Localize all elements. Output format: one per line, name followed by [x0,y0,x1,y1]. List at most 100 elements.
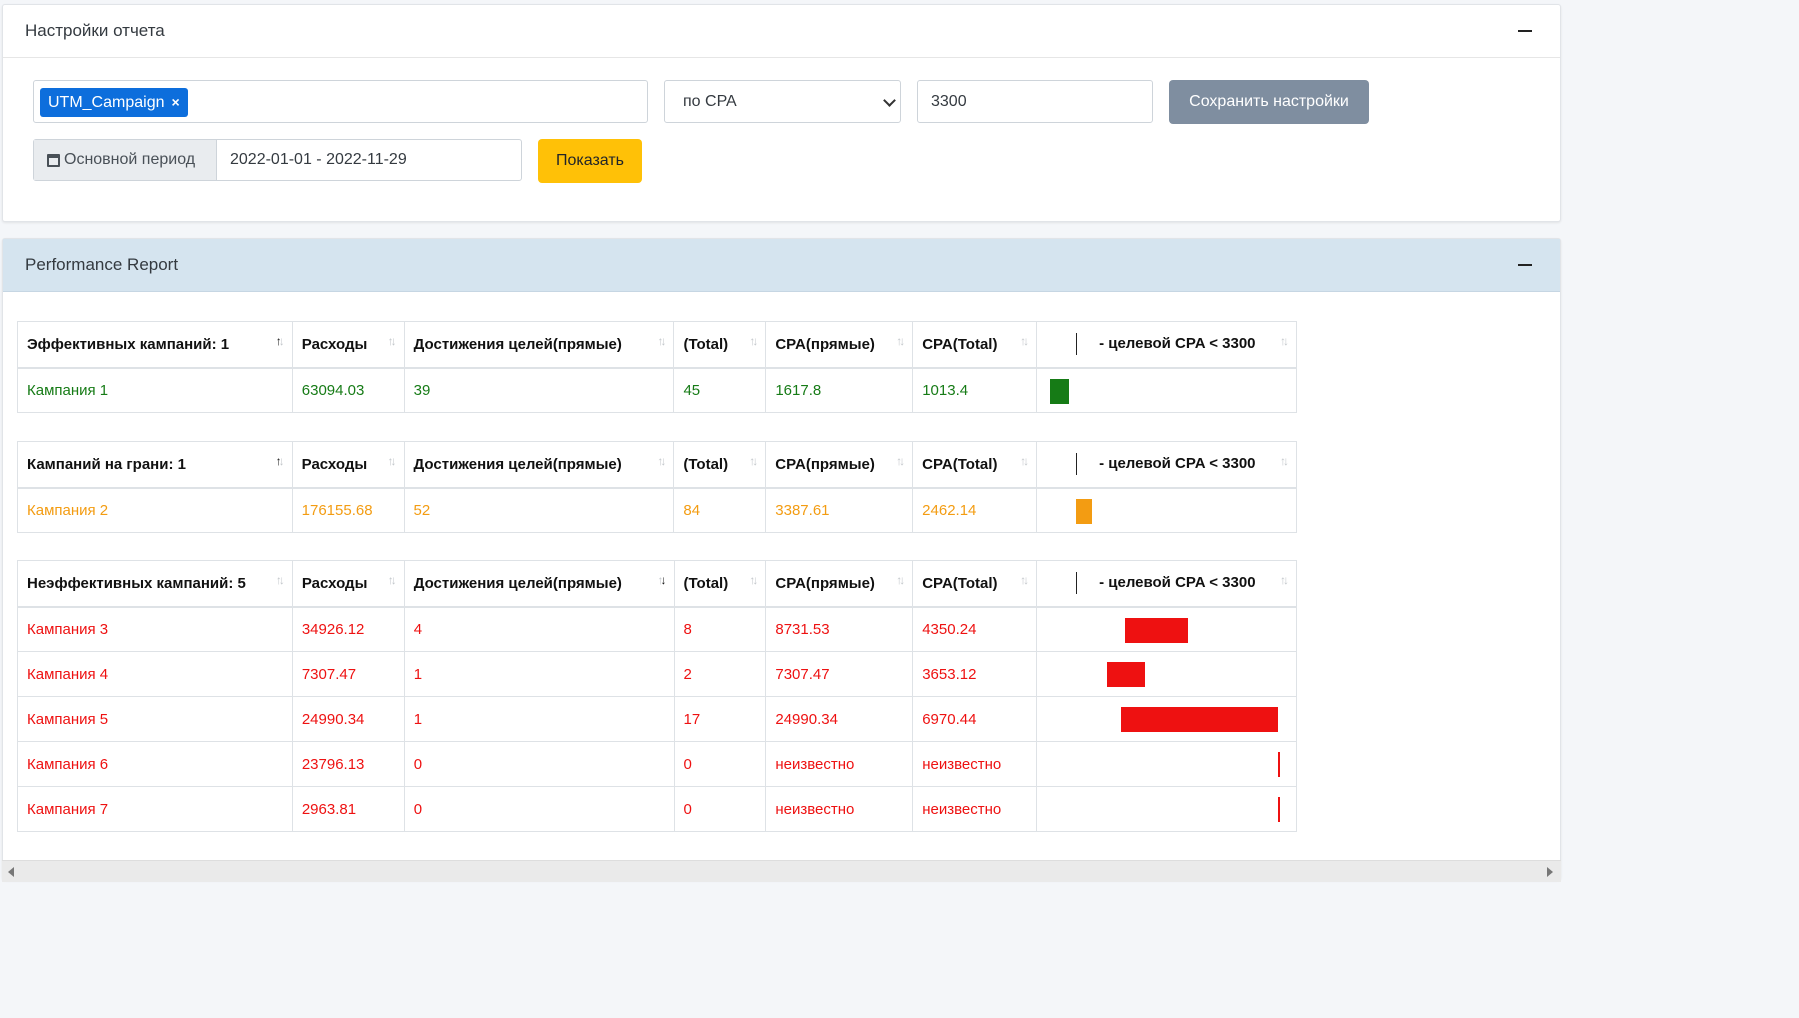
sort-icon: ↑↓ [387,573,397,587]
report-settings-card: Настройки отчета UTM_Campaign × по CPA 3… [2,4,1561,222]
chevron-down-icon [883,94,896,107]
cpa-header[interactable]: CPA(прямые) ↑↓ [765,560,914,608]
cpa-total-cell: 6970.44 [912,696,1038,742]
show-button[interactable]: Показать [538,139,642,183]
total-header[interactable]: (Total) ↑↓ [673,441,767,489]
sort-icon: ↑↓ [275,573,285,587]
cpa-cell: неизвестно [765,786,914,832]
cpa-header[interactable]: CPA(прямые) ↑↓ [765,441,914,489]
group-title-header[interactable]: Эффективных кампаний: 1 ↑↓ [17,321,293,369]
save-settings-button[interactable]: Сохранить настройки [1169,80,1369,124]
campaign-name-cell: Кампания 4 [17,651,293,697]
total-cell: 17 [673,696,767,742]
campaign-name-cell: Кампания 1 [17,367,293,413]
sort-icon: ↑↓ [749,454,758,468]
cpa-bar-cell [1036,786,1297,832]
ineffective-campaigns-table: Неэффективных кампаний: 5 ↑↓ Расходы ↑↓ До… [17,560,1297,832]
cpa-total-header[interactable]: CPA(Total) ↑↓ [912,321,1038,369]
horizontal-scrollbar[interactable] [2,860,1561,882]
cpa-cell: 8731.53 [765,606,914,652]
table-row: Кампания 3 34926.12 4 8 8731.53 4350.24 [17,606,1297,652]
spend-cell: 34926.12 [291,606,405,652]
campaign-name-cell: Кампания 6 [17,741,293,787]
spend-header[interactable]: Расходы ↑↓ [291,560,405,608]
total-cell: 8 [673,606,767,652]
goals-header[interactable]: Достижения целей(прямые) ↑↓ [403,560,675,608]
group-title-header[interactable]: Кампаний на грани: 1 ↑↓ [17,441,293,489]
cpa-bar [1076,498,1093,524]
goals-cell: 52 [403,487,675,533]
cpa-bar-cell [1036,651,1297,697]
cpa-cell: 7307.47 [765,651,914,697]
cpa-header[interactable]: CPA(прямые) ↑↓ [765,321,914,369]
sort-icon: ↑↓ [896,334,905,348]
cpa-cell: 1617.8 [765,367,914,413]
collapse-icon[interactable] [1518,30,1532,32]
cpa-total-cell: 3653.12 [912,651,1038,697]
cpa-total-cell: 4350.24 [912,606,1038,652]
goals-cell: 0 [403,741,675,787]
goals-cell: 0 [403,786,675,832]
sort-icon: ↑↓ [749,573,758,587]
total-header[interactable]: (Total) ↑↓ [673,560,767,608]
metric-select[interactable]: по CPA [664,80,901,123]
sort-icon: ↑↓ [1280,573,1289,587]
grouping-tag-input[interactable]: UTM_Campaign × [33,80,648,123]
cpa-bar [1121,707,1278,732]
period-picker[interactable]: Основной период 2022-01-01 - 2022-11-29 [33,139,522,181]
target-value-input[interactable]: 3300 [917,80,1153,123]
sort-icon: ↑↓ [275,334,285,348]
scroll-right-icon[interactable] [1547,867,1553,877]
sort-icon: ↑↓ [896,454,905,468]
campaign-name-cell: Кампания 5 [17,696,293,742]
cpa-total-cell: 1013.4 [912,367,1038,413]
report-title: Performance Report [25,255,179,274]
scroll-left-icon[interactable] [8,867,14,877]
cpa-bar [1107,662,1145,687]
goals-cell: 1 [403,651,675,697]
collapse-icon[interactable] [1518,264,1532,266]
period-label: Основной период [34,140,217,180]
sort-icon: ↑↓ [1020,454,1029,468]
sort-icon: ↑↓ [657,454,666,468]
target-cpa-header[interactable]: - целевой CPA < 3300 ↑↓ [1036,560,1297,608]
sort-icon: ↑↓ [896,573,905,587]
cpa-bar [1050,378,1070,404]
cpa-unknown-marker [1278,752,1280,777]
target-cpa-header[interactable]: - целевой CPA < 3300 ↑↓ [1036,321,1297,369]
total-header[interactable]: (Total) ↑↓ [673,321,767,369]
total-cell: 0 [673,741,767,787]
cpa-total-header[interactable]: CPA(Total) ↑↓ [912,441,1038,489]
period-value[interactable]: 2022-01-01 - 2022-11-29 [217,140,521,180]
campaign-name-cell: Кампания 2 [17,487,293,533]
tag-remove-icon[interactable]: × [171,88,179,117]
settings-header: Настройки отчета [3,5,1560,58]
goals-header[interactable]: Достижения целей(прямые) ↑↓ [403,441,675,489]
calendar-icon [47,153,60,167]
sort-icon: ↑↓ [749,334,758,348]
goals-header[interactable]: Достижения целей(прямые) ↑↓ [403,321,675,369]
spend-header[interactable]: Расходы ↑↓ [291,321,405,369]
settings-title: Настройки отчета [25,21,165,40]
cpa-total-cell: 2462.14 [912,487,1038,533]
target-cpa-header[interactable]: - целевой CPA < 3300 ↑↓ [1036,441,1297,489]
cpa-total-header[interactable]: CPA(Total) ↑↓ [912,560,1038,608]
spend-cell: 63094.03 [291,367,405,413]
period-label-text: Основной период [64,151,196,168]
cpa-cell: 3387.61 [765,487,914,533]
spend-header[interactable]: Расходы ↑↓ [291,441,405,489]
sort-icon: ↑↓ [1280,334,1289,348]
cpa-bar-cell [1036,487,1297,533]
sort-icon: ↑↓ [275,454,285,468]
group-title-header[interactable]: Неэффективных кампаний: 5 ↑↓ [17,560,293,608]
total-cell: 45 [673,367,767,413]
sort-icon: ↑↓ [1280,454,1289,468]
sort-icon: ↑↓ [387,334,397,348]
total-cell: 2 [673,651,767,697]
tag-label: UTM_Campaign [48,94,165,111]
cpa-bar-cell [1036,741,1297,787]
performance-report-card: Performance Report Эффективных кампаний:… [2,238,1561,880]
sort-icon: ↑↓ [387,454,397,468]
cpa-bar-cell [1036,696,1297,742]
campaign-name-cell: Кампания 3 [17,606,293,652]
